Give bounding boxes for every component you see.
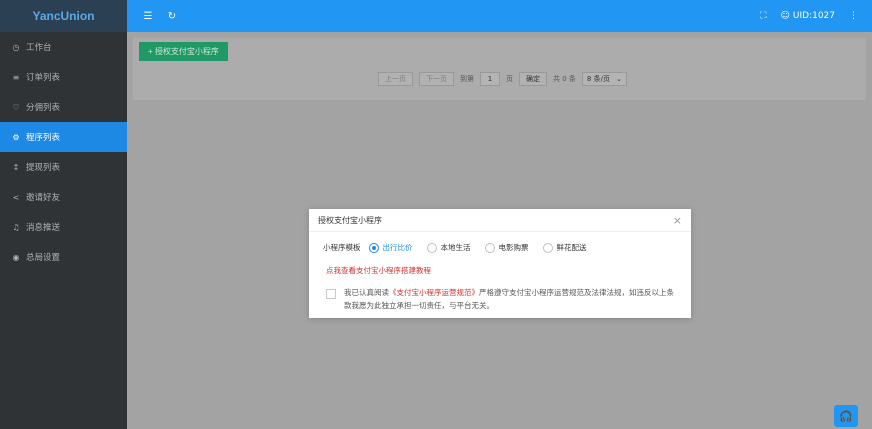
sidebar-item-label: 工作台	[26, 43, 52, 53]
template-radio[interactable]: 电影购票	[484, 242, 529, 253]
topbar: ☰ ↻ ⛶ ☺ UID:1027 ⋮	[127, 0, 872, 32]
authorize-modal: 授权支付宝小程序 × 小程序模板 出行比价 本地生活 电影购票 鲜花配送 点我查看支付…	[309, 209, 691, 318]
radio-label: 本地生活	[440, 243, 471, 252]
refresh-icon[interactable]: ↻	[161, 11, 183, 22]
agreement-link[interactable]: 《支付宝小程序运营规范》	[389, 288, 479, 297]
list-icon: ≡	[12, 72, 20, 82]
template-label: 小程序模板	[323, 243, 361, 252]
sidebar-item[interactable]: ◷ 工作台	[0, 32, 127, 62]
close-icon[interactable]: ×	[673, 214, 682, 227]
sidebar-item[interactable]: ↕ 提现列表	[0, 152, 127, 182]
template-radio[interactable]: 本地生活	[426, 242, 471, 253]
settings-icon: ◉	[12, 252, 20, 262]
sidebar-item-label: 分佣列表	[26, 103, 61, 113]
agree-prefix: 我已认真阅读	[344, 288, 389, 297]
sidebar-item-label: 提现列表	[26, 163, 61, 173]
dashboard-icon: ◷	[12, 42, 20, 52]
agreement-text: 我已认真阅读《支付宝小程序运营规范》严格遵守支付宝小程序运营规范及法律法规，如违…	[344, 286, 681, 312]
sidebar-item[interactable]: ♡ 分佣列表	[0, 92, 127, 122]
withdraw-icon: ↕	[12, 162, 20, 172]
sidebar-item-label: 程序列表	[26, 133, 61, 143]
modal-title: 授权支付宝小程序	[318, 215, 382, 225]
radio-circle	[368, 242, 379, 253]
agreement-row: 我已认真阅读《支付宝小程序运营规范》严格遵守支付宝小程序运营规范及法律法规，如违…	[326, 286, 681, 312]
sidebar-item[interactable]: < 邀请好友	[0, 182, 127, 212]
headset-icon: 🎧	[839, 409, 853, 423]
sidebar-item[interactable]: ⚙ 程序列表	[0, 122, 127, 152]
radio-label: 鲜花配送	[556, 243, 587, 252]
program-icon: ⚙	[12, 132, 20, 142]
sidebar-item[interactable]: ≡ 订单列表	[0, 62, 127, 92]
fullscreen-icon[interactable]: ⛶	[760, 11, 766, 21]
template-options: 出行比价 本地生活 电影购票 鲜花配送	[368, 242, 601, 253]
sidebar-item[interactable]: ◉ 总局设置	[0, 242, 127, 272]
sidebar-item-label: 邀请好友	[26, 193, 61, 203]
template-row: 小程序模板 出行比价 本地生活 电影购票 鲜花配送	[323, 242, 601, 253]
bell-icon: ♫	[12, 222, 20, 232]
user-id: UID:1027	[792, 11, 835, 21]
menu-toggle-icon[interactable]: ☰	[137, 11, 159, 22]
more-icon[interactable]: ⋮	[849, 11, 858, 21]
radio-circle	[484, 242, 495, 253]
sidebar-nav: ◷ 工作台 ≡ 订单列表 ♡ 分佣列表 ⚙ 程序列表 ↕ 提现列表 < 邀请好友 ♫ 消息推送 ◉ 总局设置	[0, 32, 127, 272]
share-icon: ♡	[12, 102, 20, 112]
radio-circle	[426, 242, 437, 253]
user-menu[interactable]: ☺ UID:1027	[781, 11, 836, 21]
user-icon: ☺	[780, 11, 790, 21]
agree-checkbox[interactable]	[326, 289, 336, 299]
radio-label: 出行比价	[382, 243, 413, 252]
customer-service-button[interactable]: 🎧	[834, 405, 858, 427]
template-radio[interactable]: 鲜花配送	[542, 242, 587, 253]
invite-icon: <	[12, 192, 20, 202]
template-radio[interactable]: 出行比价	[368, 242, 413, 253]
brand-logo: YancUnion	[0, 0, 127, 32]
radio-circle	[542, 242, 553, 253]
sidebar-item-label: 总局设置	[26, 253, 61, 263]
radio-label: 电影购票	[498, 243, 529, 252]
sidebar-item[interactable]: ♫ 消息推送	[0, 212, 127, 242]
tutorial-link[interactable]: 点我查看支付宝小程序搭建教程	[326, 265, 431, 276]
sidebar-item-label: 消息推送	[26, 223, 61, 233]
sidebar: YancUnion ◷ 工作台 ≡ 订单列表 ♡ 分佣列表 ⚙ 程序列表 ↕ 提现列表 < 邀请好友 ♫…	[0, 0, 127, 429]
sidebar-item-label: 订单列表	[26, 73, 61, 83]
